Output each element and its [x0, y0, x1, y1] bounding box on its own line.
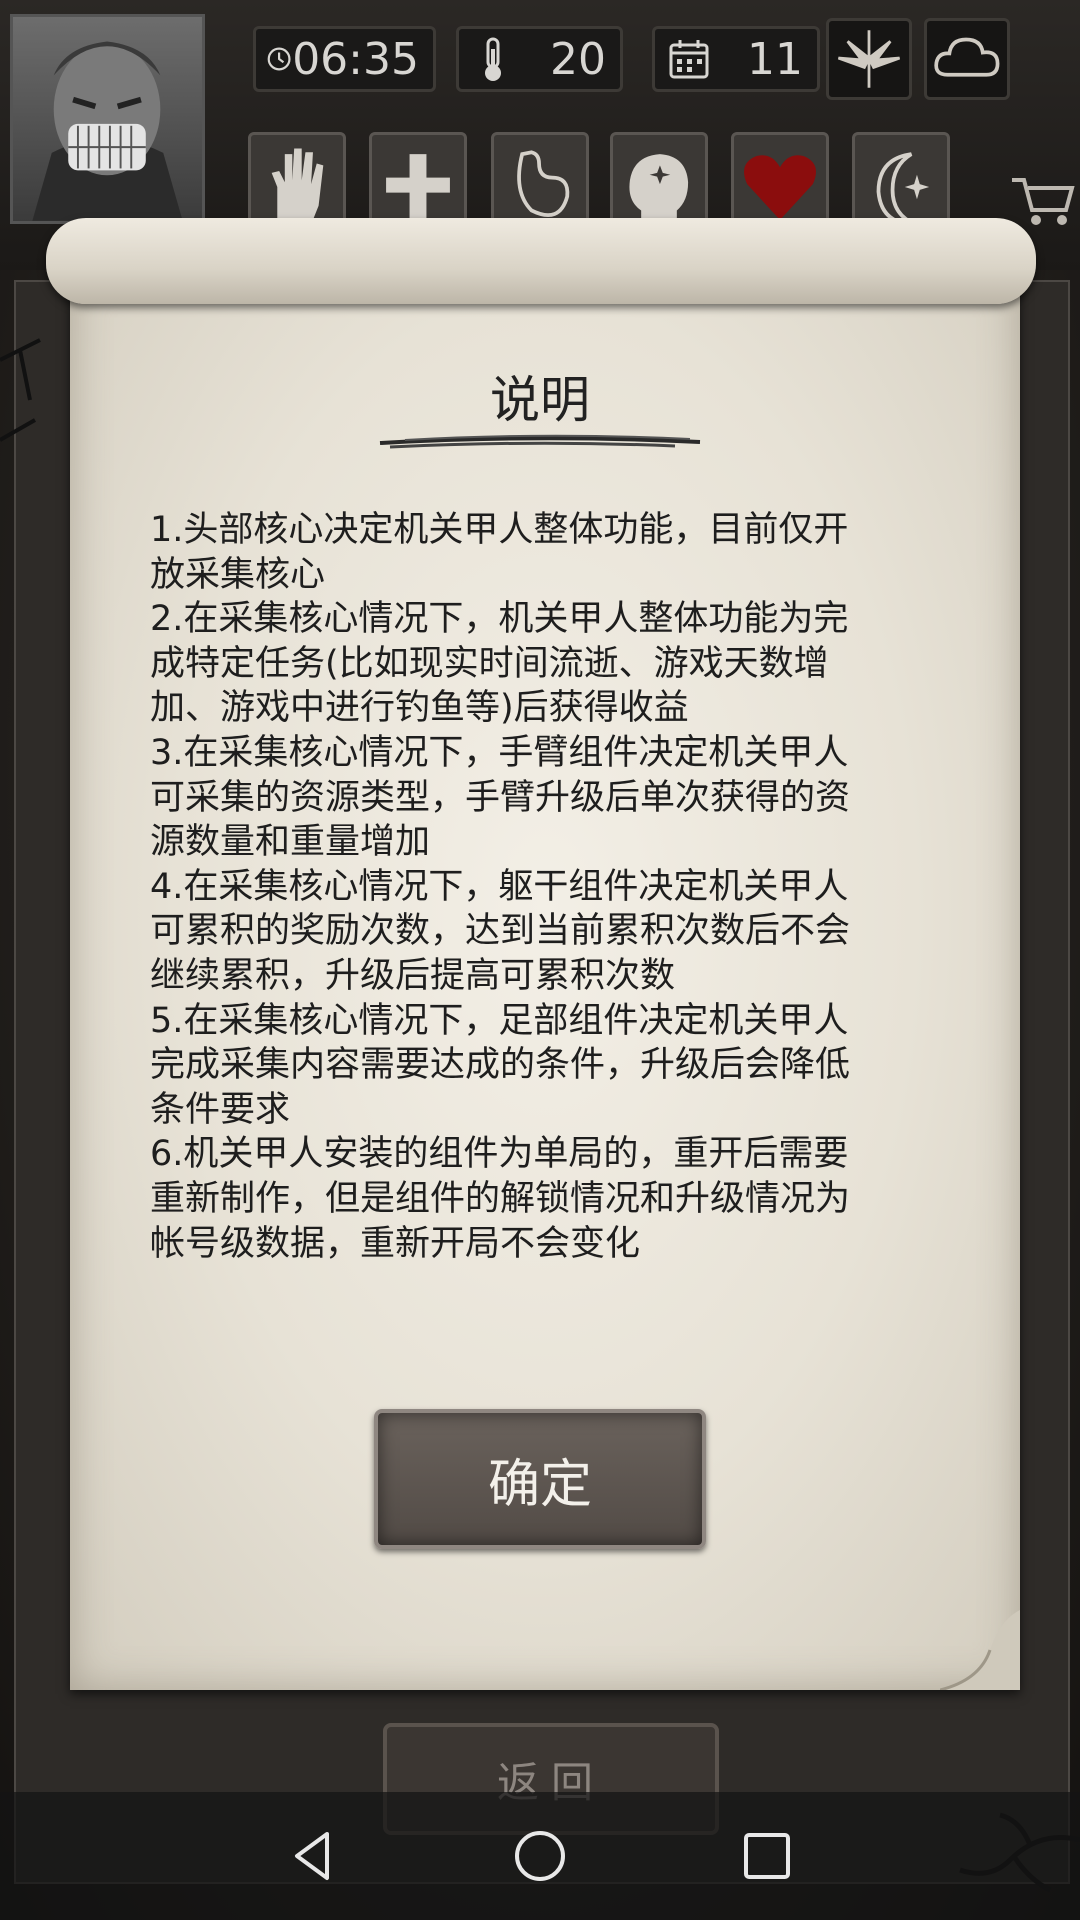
weather-button[interactable] — [924, 18, 1010, 100]
nav-back-button[interactable] — [283, 1826, 343, 1886]
cloud-icon — [934, 37, 1000, 77]
time-value: 06:35 — [292, 33, 419, 85]
instruction-line: 1.头部核心决定机关甲人整体功能，目前仅开 — [150, 510, 849, 550]
instruction-line: 6.机关甲人安装的组件为单局的，重开后需要 — [150, 1134, 849, 1175]
scroll-roll — [46, 218, 1036, 304]
day-display: 11 — [652, 26, 820, 92]
dialog-title: 说明 — [490, 371, 590, 429]
circle-home-icon — [514, 1831, 565, 1881]
season-button[interactable] — [826, 18, 912, 100]
title-underline — [379, 434, 701, 449]
instruction-line: 成特定任务(比如现实时间流逝、游戏天数增 — [150, 643, 829, 684]
instruction-line: 重新制作，但是组件的解锁情况和升级情况为 — [150, 1178, 851, 1219]
confirm-button[interactable]: 确定 — [374, 1409, 706, 1549]
instruction-line: 5.在采集核心情况下，足部组件决定机关甲人 — [150, 1000, 849, 1041]
temperature-value: 20 — [550, 33, 606, 85]
instruction-line: 继续累积，升级后提高可累积次数 — [150, 955, 676, 996]
leaf-icon — [837, 30, 901, 88]
nav-home-button[interactable] — [510, 1826, 570, 1886]
instruction-line: 可累积的奖励次数，达到当前累积次数后不会 — [150, 911, 851, 952]
character-avatar-icon — [32, 41, 183, 221]
temperature-display: 20 — [456, 26, 623, 92]
clock-icon — [267, 47, 291, 71]
scroll-curl — [940, 1610, 1020, 1690]
instruction-line: 3.在采集核心情况下，手臂组件决定机关甲人 — [150, 732, 849, 773]
instruction-line: 条件要求 — [150, 1089, 291, 1130]
instruction-line: 可采集的资源类型，手臂升级后单次获得的资 — [150, 777, 851, 818]
instruction-line: 完成采集内容需要达成的条件，升级后会降低 — [150, 1045, 851, 1086]
instruction-line: 加、游戏中进行钓鱼等)后获得收益 — [150, 688, 689, 729]
calendar-icon — [669, 40, 709, 79]
system-navigation-bar — [0, 1792, 1080, 1920]
cart-icon[interactable] — [1008, 170, 1078, 230]
triangle-back-icon — [295, 1832, 330, 1880]
day-value: 11 — [747, 33, 803, 85]
square-recents-icon — [743, 1833, 790, 1879]
instruction-line: 帐号级数据，重新开局不会变化 — [150, 1223, 641, 1264]
nav-recents-button[interactable] — [737, 1826, 797, 1886]
thermometer-icon — [485, 37, 501, 81]
time-display: 06:35 — [253, 26, 436, 92]
character-portrait[interactable] — [10, 14, 205, 224]
instruction-line: 2.在采集核心情况下，机关甲人整体功能为完 — [150, 599, 849, 640]
instruction-line: 源数量和重量增加 — [150, 822, 431, 863]
instruction-line: 4.在采集核心情况下，躯干组件决定机关甲人 — [150, 866, 849, 907]
instruction-text: 1.头部核心决定机关甲人整体功能，目前仅开 放采集核心 2.在采集核心情况下，机… — [150, 508, 940, 1266]
instruction-line: 放采集核心 — [150, 554, 326, 595]
